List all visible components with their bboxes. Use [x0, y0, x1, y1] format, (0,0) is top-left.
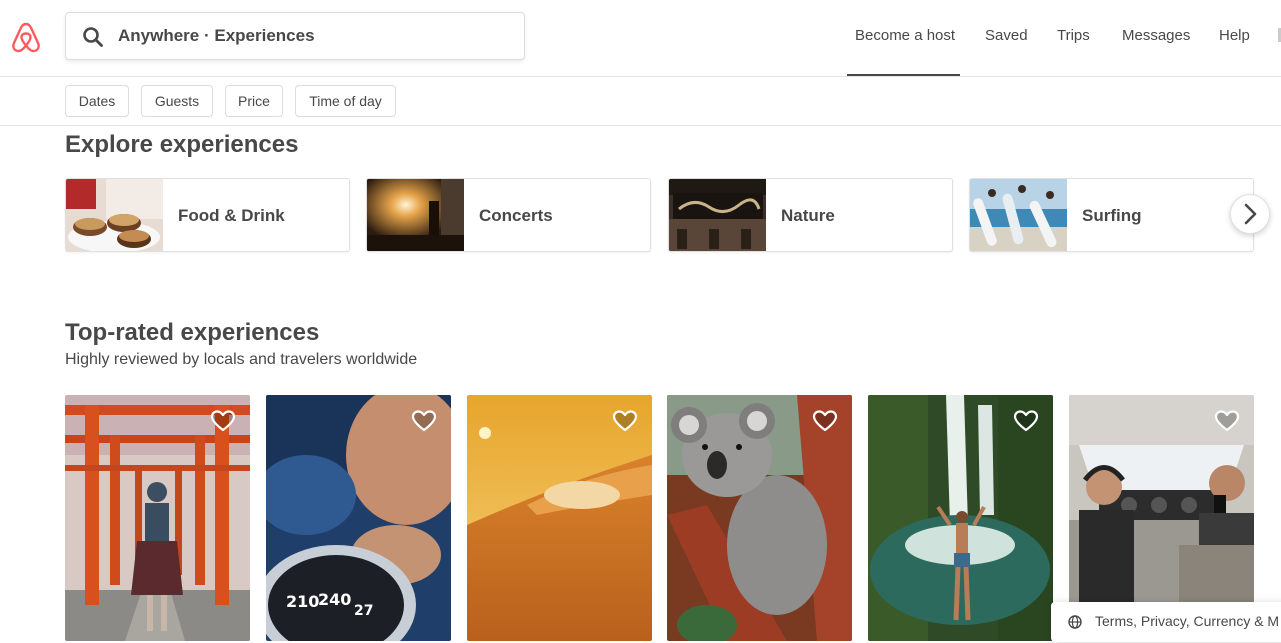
nav-messages[interactable]: Messages	[1122, 27, 1190, 44]
top-header: Anywhere · Experiences Become a host Sav…	[0, 0, 1281, 77]
search-icon	[83, 27, 103, 47]
carousel-next-button[interactable]	[1230, 194, 1270, 234]
top-rated-subtitle: Highly reviewed by locals and travelers …	[65, 351, 418, 368]
category-card-surfing[interactable]: Surfing	[969, 178, 1254, 252]
category-card-concerts[interactable]: Concerts	[366, 178, 651, 252]
heart-icon[interactable]	[1214, 409, 1240, 433]
category-label: Concerts	[479, 206, 553, 225]
concert-photo-icon	[367, 179, 464, 251]
heart-icon[interactable]	[1013, 409, 1039, 433]
experience-card[interactable]: 210 240 27	[266, 395, 451, 641]
heart-icon[interactable]	[612, 409, 638, 433]
category-card-food-drink[interactable]: Food & Drink	[65, 178, 350, 252]
food-photo-icon	[66, 179, 163, 251]
harry-potter-theatre-photo-icon	[669, 179, 766, 251]
filter-price-button[interactable]: Price	[225, 85, 283, 117]
airbnb-logo-icon[interactable]	[10, 20, 42, 54]
category-label: Surfing	[1082, 206, 1142, 225]
nav-become-a-host[interactable]: Become a host	[855, 27, 955, 44]
footer-links-button[interactable]: Terms, Privacy, Currency & M	[1051, 602, 1281, 642]
top-rated-heading: Top-rated experiences	[65, 319, 320, 346]
svg-text:27: 27	[354, 603, 373, 619]
category-card-nature[interactable]: Nature	[668, 178, 953, 252]
search-value: Anywhere · Experiences	[118, 26, 315, 45]
chevron-right-icon	[1244, 203, 1257, 225]
category-label: Food & Drink	[178, 206, 285, 225]
nav-help[interactable]: Help	[1219, 27, 1250, 44]
heart-icon[interactable]	[812, 409, 838, 433]
surfers-photo-icon	[970, 179, 1067, 251]
nav-active-indicator	[847, 74, 960, 76]
footer-links-text: Terms, Privacy, Currency & M	[1095, 613, 1280, 629]
experience-card[interactable]	[65, 395, 250, 641]
filter-bar: Dates Guests Price Time of day	[0, 77, 1281, 126]
filter-dates-button[interactable]: Dates	[65, 85, 129, 117]
nav-saved[interactable]: Saved	[985, 27, 1028, 44]
globe-icon	[1068, 615, 1082, 629]
experience-card[interactable]	[667, 395, 852, 641]
explore-heading: Explore experiences	[65, 131, 299, 158]
heart-icon[interactable]	[411, 409, 437, 433]
filter-guests-button[interactable]: Guests	[141, 85, 213, 117]
heart-icon[interactable]	[210, 409, 236, 433]
svg-text:210: 210	[286, 592, 319, 611]
category-label: Nature	[781, 206, 835, 225]
search-input[interactable]: Anywhere · Experiences	[65, 12, 525, 60]
filter-time-of-day-button[interactable]: Time of day	[295, 85, 396, 117]
experience-card[interactable]	[467, 395, 652, 641]
nav-trips[interactable]: Trips	[1057, 27, 1090, 44]
svg-text:240: 240	[318, 590, 351, 609]
experience-card[interactable]	[868, 395, 1053, 641]
